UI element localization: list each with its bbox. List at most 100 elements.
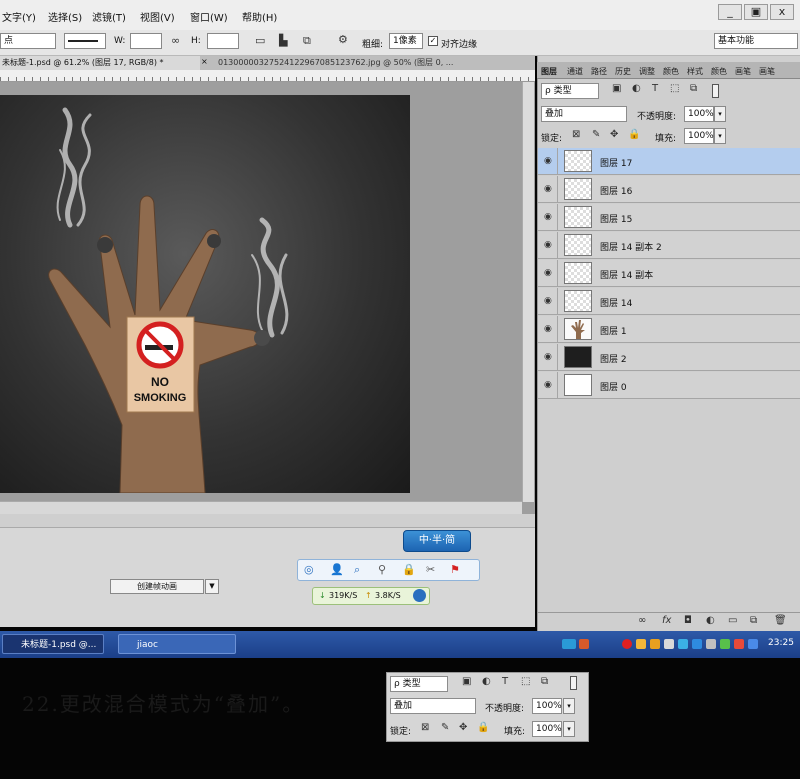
eye-icon[interactable]: ◉ (544, 212, 552, 222)
tab-second-document[interactable]: 0130000032752412296708512376​2.jpg @ 50%… (216, 56, 516, 70)
new-layer-icon[interactable]: ⧉ (750, 615, 757, 626)
path-arrange-icon[interactable]: ⧉ (303, 34, 311, 48)
opacity-dropdown-icon[interactable]: ▾ (714, 106, 726, 122)
filter-shape-icon[interactable]: ⬚ (670, 83, 679, 94)
task-photoshop[interactable]: 未标题-1.psd @... (2, 634, 104, 654)
tray-cloud-icon[interactable] (748, 639, 758, 649)
tab-color[interactable]: 颜色 (663, 66, 679, 77)
lock-brush-icon[interactable]: ✎ (592, 129, 600, 140)
scissors-icon[interactable]: ✂ (426, 563, 435, 576)
tab-layers[interactable]: 图层 (541, 66, 557, 77)
menu-window[interactable]: 窗口(W) (190, 9, 228, 24)
path-ops-icon[interactable]: ▭ (255, 34, 265, 47)
layer-filter-select[interactable]: ρ 类型 (541, 83, 599, 99)
speed-ball-icon[interactable] (413, 589, 426, 602)
eye-icon[interactable]: ◉ (544, 184, 552, 194)
tab-history[interactable]: 历史 (615, 66, 631, 77)
eye-icon[interactable]: ◉ (544, 324, 552, 334)
adjustment-layer-icon[interactable]: ◐ (706, 615, 715, 626)
path-align-icon[interactable]: ▙ (279, 34, 287, 47)
tray-app-icon[interactable] (579, 639, 589, 649)
tray-ime-icon[interactable] (636, 639, 646, 649)
stroke-style-select[interactable] (64, 33, 106, 49)
tray-network-icon[interactable] (692, 639, 702, 649)
layer-row[interactable]: ◉ 图层 14 (538, 288, 800, 315)
tab-adjustments[interactable]: 调整 (639, 66, 655, 77)
mask-icon[interactable]: ◘ (684, 615, 692, 626)
filter-toggle[interactable] (712, 84, 719, 98)
task-jiaoc[interactable]: jiaoc (118, 634, 236, 654)
layer-row[interactable]: ◉ 图层 17 (538, 148, 800, 175)
tray-ck-icon[interactable] (562, 639, 576, 649)
trash-icon[interactable]: 🗑 (774, 615, 787, 626)
menu-help[interactable]: 帮助(H) (242, 9, 277, 24)
eye-icon[interactable]: ◉ (544, 352, 552, 362)
eye-icon[interactable]: ◉ (544, 240, 552, 250)
width-input[interactable] (130, 33, 162, 49)
user-icon[interactable]: 👤 (330, 563, 344, 576)
tool-icon[interactable]: ⚲ (378, 563, 386, 576)
lock-move-icon[interactable]: ✥ (610, 129, 618, 140)
layer-row[interactable]: ◉ 图层 14 副本 (538, 260, 800, 287)
tab-channels[interactable]: 通道 (567, 66, 583, 77)
gear-icon[interactable]: ⚙ (338, 33, 348, 46)
tray-volume-icon[interactable] (706, 639, 716, 649)
lock-icon[interactable]: 🔒 (402, 563, 416, 576)
align-edges-checkbox[interactable]: ✓ (428, 36, 438, 46)
filter-pixel-icon[interactable]: ▣ (612, 83, 621, 94)
blend-mode-select[interactable]: 叠加 (541, 106, 627, 122)
height-input[interactable] (207, 33, 239, 49)
chevron-down-icon[interactable]: ▼ (205, 579, 219, 594)
create-frame-animation-button[interactable]: 创建帧动画 (110, 579, 204, 594)
eye-icon[interactable]: ◉ (544, 268, 552, 278)
eye-icon[interactable]: ◉ (544, 156, 552, 166)
close-tab-icon[interactable]: × (201, 57, 208, 66)
opacity-input[interactable]: 100% (684, 106, 714, 122)
layer-row[interactable]: ◉ 图层 1 (538, 316, 800, 343)
filter-smart-icon[interactable]: ⧉ (690, 83, 697, 94)
tray-security-icon[interactable] (720, 639, 730, 649)
tray-folder-icon[interactable] (650, 639, 660, 649)
menu-type[interactable]: 文字(Y) (2, 9, 36, 24)
fill-input[interactable]: 100% (684, 128, 714, 144)
layer-row[interactable]: ◉ 图层 14 副本 2 (538, 232, 800, 259)
radius-input[interactable]: 1像素 (389, 33, 423, 49)
link-icon[interactable]: ∞ (171, 34, 180, 47)
eye-icon[interactable]: ◉ (544, 296, 552, 306)
search-icon[interactable]: ◎ (304, 563, 314, 576)
fill-dropdown-icon[interactable]: ▾ (714, 128, 726, 144)
lock-transparent-icon[interactable]: ⊠ (572, 129, 580, 140)
restore-button[interactable]: ▣ (744, 4, 768, 20)
fx-icon[interactable]: fx (662, 615, 671, 626)
lock-all-icon[interactable]: 🔒 (628, 129, 640, 140)
document-canvas[interactable]: NO SMOKING (0, 95, 410, 493)
minimize-button[interactable]: _ (718, 4, 742, 20)
filter-adjust-icon[interactable]: ◐ (632, 83, 641, 94)
link-layers-icon[interactable]: ∞ (638, 615, 646, 626)
tray-keyboard-icon[interactable] (664, 639, 674, 649)
tray-record-icon[interactable] (622, 639, 632, 649)
tab-brush[interactable]: 画笔 (735, 66, 751, 77)
eye-icon[interactable]: ◉ (544, 380, 552, 390)
tab-paths[interactable]: 路径 (591, 66, 607, 77)
layer-row[interactable]: ◉ 图层 16 (538, 176, 800, 203)
tray-alert-icon[interactable] (734, 639, 744, 649)
layer-row[interactable]: ◉ 图层 15 (538, 204, 800, 231)
tab-active-document[interactable]: 未标题-1.psd @ 61.2% (图层 17, RGB/8) * (0, 56, 200, 70)
menu-select[interactable]: 选择(S) (48, 9, 82, 24)
tray-qq-icon[interactable] (678, 639, 688, 649)
tab-swatches[interactable]: 颜色 (711, 66, 727, 77)
close-button[interactable]: x (770, 4, 794, 20)
pin-icon[interactable]: ⚑ (450, 563, 460, 576)
folder-icon[interactable]: ▭ (728, 615, 737, 626)
workspace-select[interactable]: 基本功能 (714, 33, 798, 49)
ime-indicator[interactable]: 中·半·简 (403, 530, 471, 552)
filter-type-icon[interactable]: T (652, 83, 658, 94)
tab-styles[interactable]: 样式 (687, 66, 703, 77)
vertical-scrollbar[interactable] (522, 82, 534, 502)
menu-filter[interactable]: 滤镜(T) (92, 9, 126, 24)
magnifier-icon[interactable]: ⌕ (354, 563, 360, 577)
layer-row[interactable]: ◉ 图层 2 (538, 344, 800, 371)
layer-row[interactable]: ◉ 图层 0 (538, 372, 800, 399)
unit-select[interactable]: 点 (0, 33, 56, 49)
